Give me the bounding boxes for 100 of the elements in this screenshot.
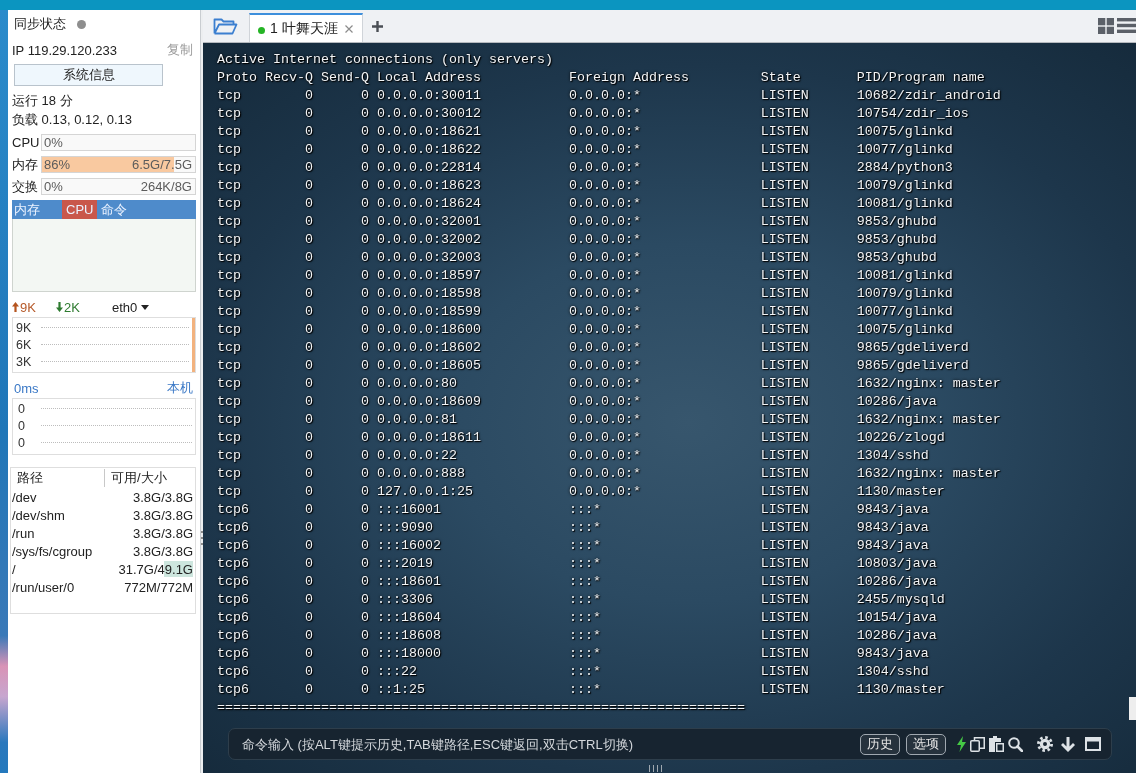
table-cell: 10081/glinkd — [856, 267, 953, 285]
column-header: State — [760, 69, 801, 87]
table-cell: 0 — [360, 213, 369, 231]
table-cell: 0.0.0.0:* — [568, 87, 641, 105]
table-cell: /sys/fs/cgroup — [12, 543, 93, 559]
table-cell: 0 — [360, 429, 369, 447]
table-cell: 9853/ghubd — [856, 249, 937, 267]
table-cell: :::* — [568, 519, 601, 537]
command-button[interactable]: 选项 — [906, 733, 946, 755]
table-cell: 0.0.0.0:* — [568, 267, 641, 285]
table-cell: 0.0.0.0:18602 — [376, 339, 481, 357]
search-icon[interactable] — [1008, 736, 1023, 752]
table-cell: tcp6 — [217, 627, 249, 645]
table-cell: 0 — [360, 303, 369, 321]
table-cell: 10077/glinkd — [856, 141, 953, 159]
meter-label: CPU — [12, 134, 41, 151]
window-icon[interactable] — [1085, 737, 1101, 751]
table-cell: tcp6 — [217, 645, 249, 663]
table-cell: 0.0.0.0:* — [568, 321, 641, 339]
table-cell: tcp6 — [217, 537, 249, 555]
table-cell: 10075/glinkd — [856, 321, 953, 339]
copy-icon[interactable] — [970, 736, 985, 752]
table-cell: LISTEN — [760, 411, 809, 429]
table-cell: 1304/sshd — [856, 663, 929, 681]
table-cell: 0 — [360, 195, 369, 213]
table-cell: tcp6 — [217, 609, 249, 627]
sync-status-label: 同步状态 — [14, 15, 66, 33]
traffic-bar — [192, 318, 195, 372]
list-icon[interactable] — [1117, 18, 1136, 33]
table-cell: :::* — [568, 609, 601, 627]
paste-icon[interactable] — [989, 736, 1004, 752]
column-header: Foreign Address — [568, 69, 689, 87]
system-info-button[interactable]: 系统信息 — [14, 64, 163, 86]
table-cell: LISTEN — [760, 231, 809, 249]
table-cell: 0 — [304, 141, 313, 159]
table-cell: 10754/zdir_ios — [856, 105, 969, 123]
command-bar[interactable]: 命令输入 (按ALT键提示历史,TAB键路径,ESC键返回,双击CTRL切换) 历史 选项 — [228, 728, 1112, 760]
interface-selector[interactable]: eth0 — [112, 299, 138, 315]
table-cell: 0 — [360, 645, 369, 663]
table-cell: 10226/zlogd — [856, 429, 945, 447]
lightning-icon[interactable] — [957, 736, 966, 752]
table-cell: 127.0.0.1:25 — [376, 483, 473, 501]
axis-label: 9K — [15, 320, 33, 335]
table-cell: 0 — [360, 141, 369, 159]
table-cell: 0.0.0.0:888 — [376, 465, 465, 483]
table-cell: 1130/master — [856, 681, 945, 699]
table-cell: 0 — [304, 231, 313, 249]
table-cell: 9843/java — [856, 537, 929, 555]
table-cell: 772M/772M — [124, 579, 193, 595]
table-cell: 9853/ghubd — [856, 213, 937, 231]
table-cell: 10154/java — [856, 609, 937, 627]
table-cell: tcp — [217, 177, 241, 195]
caret-icon[interactable] — [141, 304, 150, 310]
settings-icon[interactable] — [1037, 736, 1053, 752]
table-cell: tcp6 — [217, 663, 249, 681]
table-cell: 10081/glinkd — [856, 195, 953, 213]
table-cell: 0 — [360, 411, 369, 429]
table-cell: LISTEN — [760, 87, 809, 105]
command-button[interactable]: 历史 — [860, 733, 900, 755]
resize-grip-icon[interactable] — [648, 765, 664, 772]
table-cell: tcp6 — [217, 501, 249, 519]
table-cell: :::* — [568, 663, 601, 681]
table-cell: tcp — [217, 393, 241, 411]
table-cell: LISTEN — [760, 375, 809, 393]
close-icon[interactable] — [345, 24, 353, 33]
table-cell: :::* — [568, 627, 601, 645]
grid-icon[interactable] — [1098, 18, 1114, 34]
folder-icon[interactable] — [213, 17, 238, 35]
command-input[interactable]: 命令输入 (按ALT键提示历史,TAB键路径,ESC键返回,双击CTRL切换) — [242, 734, 852, 754]
add-tab-icon[interactable] — [372, 20, 383, 32]
axis-label: 0 — [17, 401, 26, 416]
table-cell: LISTEN — [760, 555, 809, 573]
percent-text: 0% — [44, 135, 63, 150]
table-cell: 0 — [304, 591, 313, 609]
table-cell: :::3306 — [376, 591, 433, 609]
down-arrow-icon[interactable] — [1061, 736, 1075, 752]
table-cell: 0 — [304, 627, 313, 645]
table-cell: :::* — [568, 555, 601, 573]
table-cell: 0.0.0.0:* — [568, 213, 641, 231]
table-cell: LISTEN — [760, 573, 809, 591]
table-cell: 0.0.0.0:18609 — [376, 393, 481, 411]
table-cell: tcp6 — [217, 681, 249, 699]
terminal-text: Active Internet connections (only servers) — [217, 51, 553, 69]
table-cell: 2884/python3 — [856, 159, 953, 177]
table-cell: LISTEN — [760, 105, 809, 123]
session-tab[interactable]: 1 叶舞天涯 — [249, 13, 363, 42]
scrollbar-thumb[interactable] — [1129, 697, 1136, 720]
table-cell: 0.0.0.0:81 — [376, 411, 457, 429]
table-cell: 0.0.0.0:32003 — [376, 249, 481, 267]
process-tab[interactable]: CPU — [62, 200, 98, 219]
table-cell: 0 — [304, 87, 313, 105]
table-cell: 3.8G/3.8G — [133, 507, 193, 523]
table-cell: :::16002 — [376, 537, 441, 555]
table-cell: LISTEN — [760, 447, 809, 465]
host-link[interactable]: 本机 — [167, 379, 193, 397]
table-cell: 0 — [360, 87, 369, 105]
table-cell: 10682/zdir_android — [856, 87, 1001, 105]
table-cell: LISTEN — [760, 159, 809, 177]
table-cell: 0 — [360, 159, 369, 177]
table-cell: 10286/java — [856, 393, 937, 411]
